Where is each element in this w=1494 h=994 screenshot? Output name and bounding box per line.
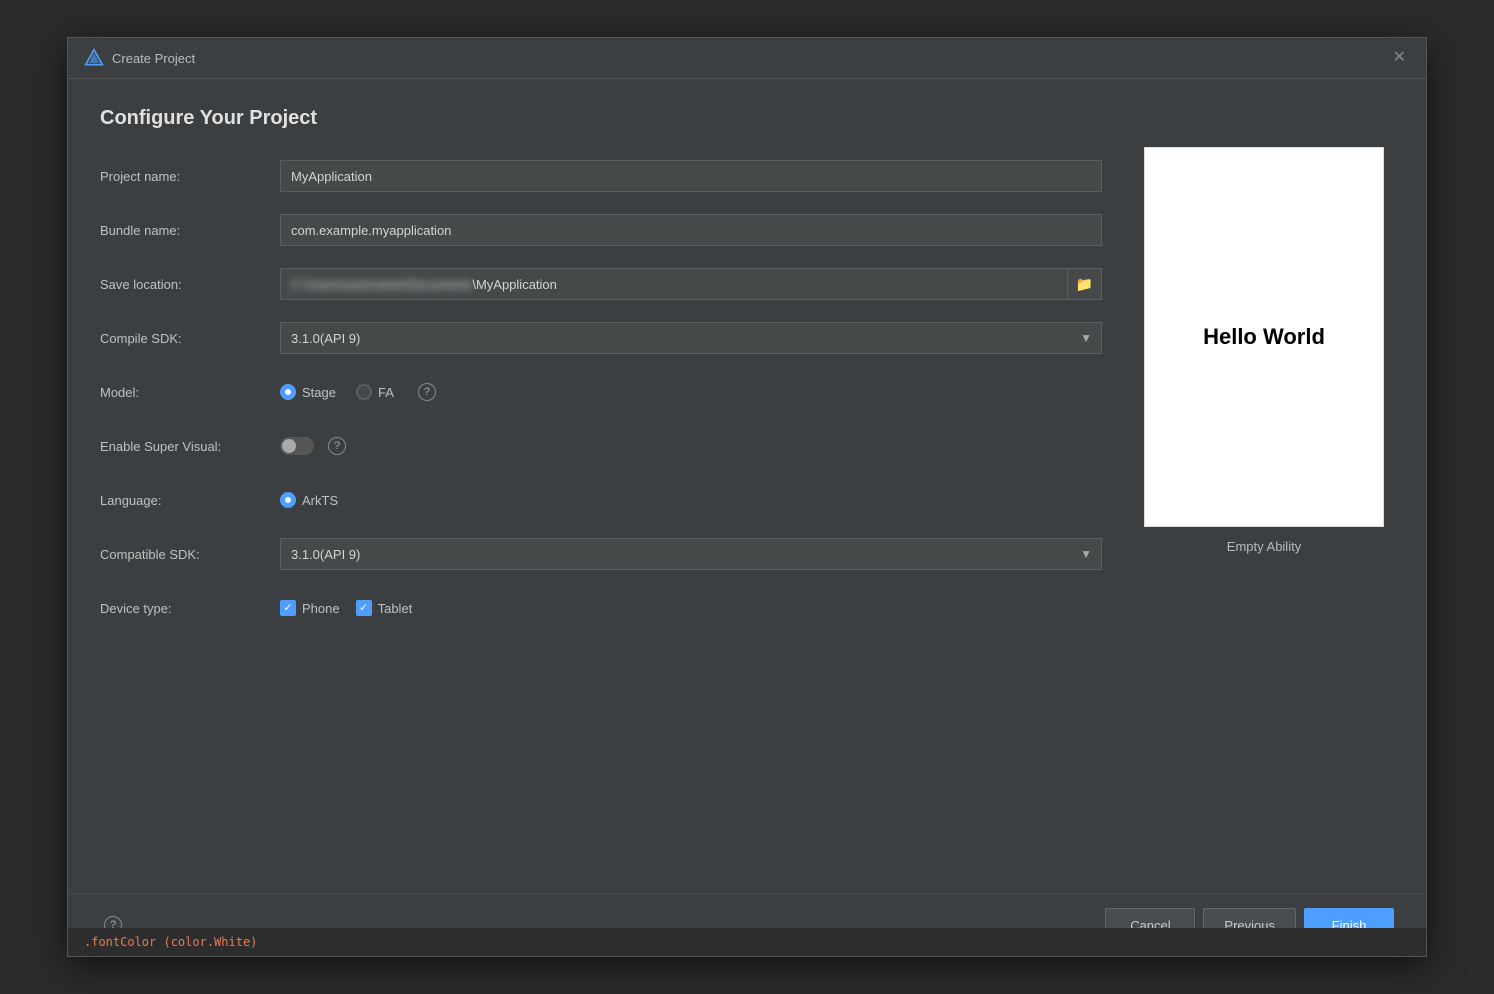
save-location-blurred: C:\Users\username\Documents [291,277,472,292]
compile-sdk-row: Compile SDK: 3.1.0(API 9) 3.0.0(API 8) 2… [100,320,1102,356]
super-visual-help-icon[interactable]: ? [328,437,346,455]
device-tablet-checkmark: ✓ [359,603,368,614]
device-tablet-checkbox: ✓ [356,600,372,616]
model-fa-label: FA [378,385,394,400]
model-row: Model: Stage FA ? [100,374,1102,410]
device-tablet-option[interactable]: ✓ Tablet [356,600,413,616]
save-location-label: Save location: [100,277,280,292]
model-label: Model: [100,385,280,400]
bottom-code-hint: .fontColor (color.White) [84,935,257,949]
enable-super-visual-wrap: ? [280,437,346,455]
close-button[interactable]: ✕ [1389,48,1410,68]
title-bar: Create Project ✕ [68,38,1426,79]
model-stage-radio-circle [280,384,296,400]
compile-sdk-select-wrap: 3.1.0(API 9) 3.0.0(API 8) 2.2.0(API 7) ▼ [280,322,1102,354]
dialog-title: Create Project [112,51,195,66]
model-radio-group: Stage FA ? [280,383,436,401]
title-bar-left: Create Project [84,48,195,68]
project-name-label: Project name: [100,169,280,184]
device-tablet-label: Tablet [378,601,413,616]
preview-card: Hello World [1144,147,1384,527]
preview-section: Hello World Empty Ability [1134,107,1394,873]
compatible-sdk-select-wrap: 3.1.0(API 9) 3.0.0(API 8) 2.2.0(API 7) ▼ [280,538,1102,570]
save-location-text: C:\Users\username\Documents\MyApplicatio… [281,272,1067,297]
model-stage-label: Stage [302,385,336,400]
bundle-name-input[interactable] [280,214,1102,246]
save-location-row: Save location: C:\Users\username\Documen… [100,266,1102,302]
device-type-label: Device type: [100,601,280,616]
project-name-row: Project name: [100,158,1102,194]
model-help-icon[interactable]: ? [418,383,436,401]
language-radio-group: ArkTS [280,492,338,508]
language-arkts-option[interactable]: ArkTS [280,492,338,508]
enable-super-visual-row: Enable Super Visual: ? [100,428,1102,464]
device-phone-option[interactable]: ✓ Phone [280,600,340,616]
device-phone-checkbox: ✓ [280,600,296,616]
dialog-body: Configure Your Project Project name: Bun… [68,79,1426,893]
device-type-row: Device type: ✓ Phone ✓ Tablet [100,590,1102,626]
model-fa-option[interactable]: FA [356,384,394,400]
model-stage-option[interactable]: Stage [280,384,336,400]
project-name-input[interactable] [280,160,1102,192]
app-logo-icon [84,48,104,68]
compile-sdk-label: Compile SDK: [100,331,280,346]
compile-sdk-select[interactable]: 3.1.0(API 9) 3.0.0(API 8) 2.2.0(API 7) [280,322,1102,354]
device-phone-checkmark: ✓ [283,603,292,614]
device-type-group: ✓ Phone ✓ Tablet [280,600,412,616]
save-location-field: C:\Users\username\Documents\MyApplicatio… [280,268,1102,300]
enable-super-visual-label: Enable Super Visual: [100,439,280,454]
device-phone-label: Phone [302,601,340,616]
language-arkts-label: ArkTS [302,493,338,508]
form-section: Configure Your Project Project name: Bun… [100,107,1102,873]
dialog-heading: Configure Your Project [100,107,1102,130]
enable-super-visual-toggle[interactable] [280,437,314,455]
toggle-knob [282,439,296,453]
create-project-dialog: Create Project ✕ Configure Your Project … [67,37,1427,957]
preview-template-label: Empty Ability [1227,539,1301,554]
bundle-name-row: Bundle name: [100,212,1102,248]
browse-folder-button[interactable]: 📁 [1067,269,1101,299]
preview-hello-world: Hello World [1203,324,1325,350]
model-fa-radio-circle [356,384,372,400]
compatible-sdk-label: Compatible SDK: [100,547,280,562]
save-location-end: \MyApplication [472,277,557,292]
language-label: Language: [100,493,280,508]
compatible-sdk-row: Compatible SDK: 3.1.0(API 9) 3.0.0(API 8… [100,536,1102,572]
bundle-name-label: Bundle name: [100,223,280,238]
bottom-hint-bar: .fontColor (color.White) [68,928,1426,956]
language-row: Language: ArkTS [100,482,1102,518]
compatible-sdk-select[interactable]: 3.1.0(API 9) 3.0.0(API 8) 2.2.0(API 7) [280,538,1102,570]
language-arkts-radio-circle [280,492,296,508]
